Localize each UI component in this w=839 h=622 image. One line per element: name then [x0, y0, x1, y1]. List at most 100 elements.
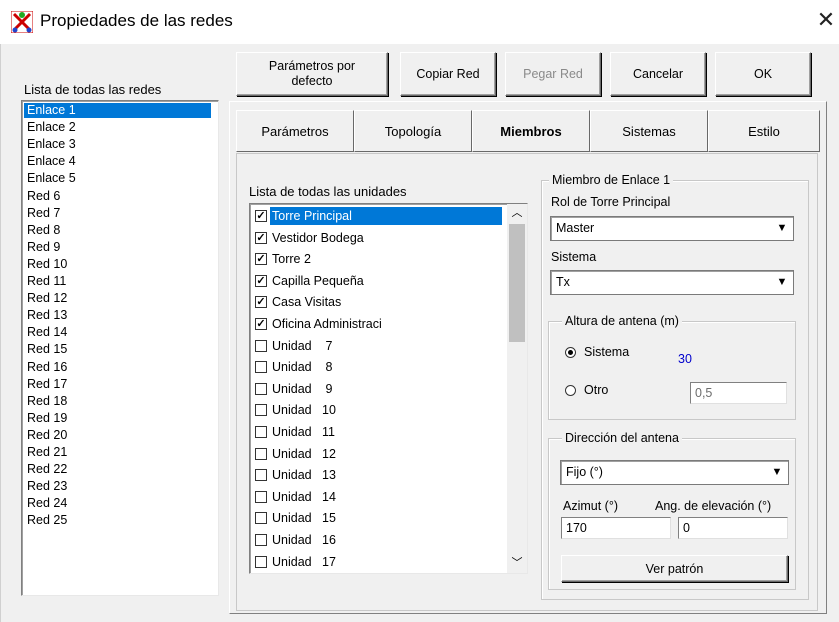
network-list-item[interactable]: Enlace 3 — [24, 137, 211, 152]
checkbox-checked-icon[interactable]: ✓ — [255, 210, 267, 222]
default-params-button[interactable]: Parámetros por defecto — [236, 52, 388, 96]
unit-list-item[interactable]: Unidad 11 — [255, 422, 335, 442]
tab-2[interactable]: Topología — [354, 110, 472, 152]
unit-list-item[interactable]: Unidad 17 — [255, 552, 336, 572]
paste-network-button[interactable]: Pegar Red — [505, 52, 601, 96]
radio-other[interactable]: Otro — [565, 383, 608, 397]
chevron-down-icon: ▼ — [776, 222, 788, 234]
unit-name: Unidad 10 — [272, 403, 336, 418]
tab-3[interactable]: Miembros — [472, 110, 590, 152]
checkbox-unchecked-icon[interactable] — [255, 339, 267, 352]
network-list-item[interactable]: Red 18 — [24, 394, 211, 409]
unit-list-item[interactable]: Unidad 13 — [255, 465, 336, 485]
network-list-item[interactable]: Enlace 5 — [24, 171, 211, 186]
network-list-item[interactable]: Red 9 — [24, 240, 211, 255]
checkbox-checked-icon[interactable]: ✓ — [255, 231, 267, 244]
unit-name: Unidad 8 — [272, 360, 333, 375]
unit-list-item[interactable]: ✓ Torre 2 — [255, 249, 311, 269]
direction-mode-select[interactable]: Fijo (°) ▼ — [560, 460, 789, 485]
unit-name: Unidad 17 — [272, 554, 336, 569]
unit-list-item[interactable]: ✓ Vestidor Bodega — [255, 228, 364, 248]
network-list-item[interactable]: Red 7 — [24, 206, 211, 221]
network-list-item[interactable]: Red 8 — [24, 223, 211, 238]
scroll-thumb[interactable] — [509, 224, 525, 342]
unit-name: Unidad 15 — [272, 511, 336, 526]
unit-name: Unidad 11 — [272, 425, 336, 439]
azimuth-field[interactable]: 170 — [561, 517, 671, 539]
network-list-item[interactable]: Red 17 — [24, 377, 211, 392]
unit-list-item[interactable]: ✓ Torre Principal — [255, 206, 502, 226]
checkbox-unchecked-icon[interactable] — [255, 382, 267, 395]
system-height-value: 30 — [678, 352, 692, 366]
network-list-item[interactable]: Red 14 — [24, 325, 211, 340]
network-list-item[interactable]: Red 10 — [24, 257, 211, 272]
unit-list-item[interactable]: Unidad 15 — [255, 508, 336, 528]
tab-1[interactable]: Parámetros — [236, 110, 354, 152]
checkbox-unchecked-icon[interactable] — [255, 426, 267, 438]
checkbox-checked-icon[interactable]: ✓ — [255, 253, 267, 266]
unit-name: Casa Visitas — [272, 295, 342, 310]
network-list-item[interactable]: Red 19 — [24, 411, 211, 426]
network-list-item[interactable]: Red 24 — [24, 496, 211, 511]
network-list-item[interactable]: Red 6 — [24, 189, 211, 204]
units-scrollbar[interactable]: ︿ ﹀ — [507, 204, 527, 573]
unit-list-item[interactable]: Unidad 7 — [255, 336, 332, 356]
elevation-field[interactable]: 0 — [678, 517, 788, 539]
network-list-item[interactable]: Red 23 — [24, 479, 211, 494]
network-list-item[interactable]: Enlace 4 — [24, 154, 211, 169]
network-list-item[interactable]: Red 12 — [24, 291, 211, 306]
unit-list-item[interactable]: Unidad 8 — [255, 357, 332, 377]
network-list-item[interactable]: Red 20 — [24, 428, 211, 443]
units-list[interactable]: ✓ Torre Principal ✓ Vestidor Bodega ✓ Torre 2… — [249, 203, 528, 574]
checkbox-unchecked-icon[interactable] — [255, 534, 267, 546]
checkbox-unchecked-icon[interactable] — [255, 361, 267, 374]
default-params-label-2: defecto — [291, 74, 333, 88]
system-select[interactable]: Tx ▼ — [550, 270, 794, 295]
checkbox-checked-icon[interactable]: ✓ — [255, 318, 267, 330]
view-pattern-button[interactable]: Ver patrón — [561, 555, 788, 582]
checkbox-unchecked-icon[interactable] — [255, 469, 267, 482]
unit-name: Vestidor Bodega — [272, 230, 364, 245]
scroll-down-icon[interactable]: ﹀ — [507, 554, 527, 572]
copy-network-button[interactable]: Copiar Red — [400, 52, 496, 96]
network-list-item[interactable]: Red 21 — [24, 445, 211, 460]
tab-5[interactable]: Estilo — [708, 110, 820, 152]
network-list-item[interactable]: Red 13 — [24, 308, 211, 323]
radio-system[interactable]: Sistema — [565, 345, 629, 359]
network-list-item[interactable]: Red 25 — [24, 513, 211, 528]
cancel-button[interactable]: Cancelar — [610, 52, 706, 96]
network-list-item[interactable]: Enlace 1 — [24, 103, 211, 118]
checkbox-unchecked-icon[interactable] — [255, 447, 267, 460]
network-list-item[interactable]: Red 22 — [24, 462, 211, 477]
unit-list-item[interactable]: ✓ Casa Visitas — [255, 292, 341, 312]
networks-list[interactable]: Enlace 1 Enlace 2 Enlace 3 Enlace 4 Enlace 5… — [21, 100, 219, 596]
unit-list-item[interactable]: Unidad 12 — [255, 444, 336, 464]
network-list-item[interactable]: Red 15 — [24, 342, 211, 357]
unit-list-item[interactable]: ✓ Oficina Administraci — [255, 314, 382, 334]
close-icon[interactable]: ✕ — [814, 6, 838, 34]
unit-list-item[interactable]: Unidad 9 — [255, 379, 332, 399]
network-list-item[interactable]: Enlace 2 — [24, 120, 211, 135]
role-select[interactable]: Master ▼ — [550, 216, 794, 241]
scroll-up-icon[interactable]: ︿ — [507, 204, 527, 222]
other-height-field[interactable]: 0,5 — [690, 382, 787, 404]
unit-list-item[interactable]: Unidad 14 — [255, 487, 336, 507]
checkbox-checked-icon[interactable]: ✓ — [255, 296, 267, 309]
network-list-item[interactable]: Red 11 — [24, 274, 211, 289]
role-value: Master — [556, 221, 595, 235]
ok-button[interactable]: OK — [715, 52, 811, 96]
unit-list-item[interactable]: ✓ Capilla Pequeña — [255, 271, 364, 291]
checkbox-unchecked-icon[interactable] — [255, 512, 267, 525]
unit-list-item[interactable]: Unidad 16 — [255, 530, 336, 550]
checkbox-unchecked-icon[interactable] — [255, 404, 267, 417]
tab-4[interactable]: Sistemas — [590, 110, 708, 152]
unit-list-item[interactable]: Unidad 10 — [255, 400, 336, 420]
unit-name: Unidad 13 — [272, 468, 336, 483]
units-label: Lista de todas las unidades — [249, 184, 407, 199]
checkbox-checked-icon[interactable]: ✓ — [255, 274, 267, 287]
antenna-direction-title: Dirección del antena — [562, 431, 682, 445]
network-list-item[interactable]: Red 16 — [24, 360, 211, 375]
checkbox-unchecked-icon[interactable] — [255, 555, 267, 568]
checkbox-unchecked-icon[interactable] — [255, 490, 267, 503]
unit-name: Unidad 9 — [272, 381, 333, 396]
